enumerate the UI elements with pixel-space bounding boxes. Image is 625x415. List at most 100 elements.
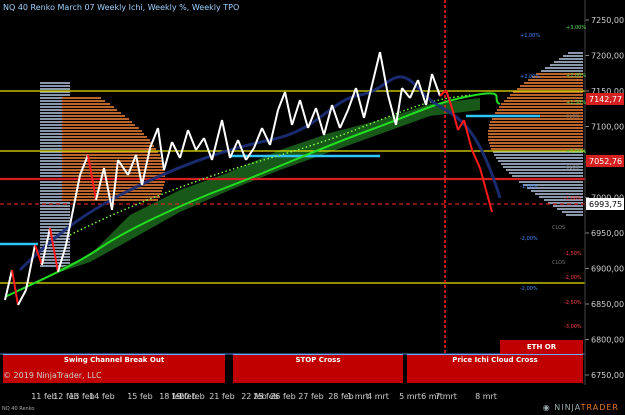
tpo-bar (498, 160, 583, 162)
tpo-bar (40, 169, 62, 171)
banner-label: Price Ichi Cloud Cross (452, 356, 538, 364)
tpo-bar (40, 190, 62, 192)
level-tag: CLOS (566, 114, 579, 120)
price-marker-label: 6993,75 (589, 200, 622, 209)
tpo-bar (566, 214, 583, 216)
tpo-bar (40, 220, 70, 222)
tpo-bar (519, 181, 583, 183)
tpo-bar (490, 121, 583, 123)
tpo-bar (40, 217, 70, 219)
tpo-bar (40, 199, 62, 201)
tpo-bar (488, 139, 583, 141)
price-tick-label: 6750,00 (591, 371, 624, 380)
tpo-bar (40, 97, 62, 99)
tpo-bar (489, 124, 583, 126)
tpo-bar (488, 136, 583, 138)
time-tick-label: 5 mrt (399, 392, 421, 401)
time-tick-label: 14 feb (89, 392, 115, 401)
tpo-bar (40, 85, 70, 87)
tpo-bar (40, 214, 70, 216)
tpo-bar (40, 133, 62, 135)
instrument-tag: NQ 40 Renko (2, 406, 35, 412)
price-tick-label: 6900,00 (591, 265, 624, 274)
logo-ninja: NINJA (554, 403, 581, 412)
tpo-bar (40, 163, 62, 165)
time-tick-label: 15 feb (127, 392, 153, 401)
tpo-bar (489, 142, 583, 144)
banner-stop-cross: STOP Cross (233, 354, 403, 383)
tpo-bar (535, 193, 583, 195)
tpo-bar (40, 208, 70, 210)
tpo-bar (40, 121, 62, 123)
price-tick-label: 7200,00 (591, 52, 624, 61)
tpo-bar (40, 157, 62, 159)
chart-title: NQ 40 Renko March 07 Weekly Ichi, Weekly… (3, 3, 240, 12)
tpo-bar (40, 103, 62, 105)
tpo-bar (541, 70, 583, 72)
tpo-bar (496, 157, 583, 159)
eth-or-label: ETH OR (500, 340, 583, 354)
tpo-bar (520, 85, 583, 87)
tpo-bar (557, 208, 583, 210)
tpo-bar (40, 154, 62, 156)
tpo-bar (40, 127, 62, 129)
tpo-bar (40, 112, 62, 114)
level-tag: CLOS (552, 225, 565, 231)
tpo-bar (553, 205, 583, 207)
pct-label-green: +3,00% (566, 25, 586, 31)
tpo-bar (40, 184, 62, 186)
level-tag: CLOS (552, 260, 565, 266)
pct-label-blue: +1,00% (520, 33, 540, 39)
tpo-bar (40, 205, 70, 207)
copyright: © 2019 NinjaTrader, LLC (3, 371, 102, 380)
price-marker-label: 7052,76 (589, 157, 622, 166)
tpo-bar (40, 136, 62, 138)
tpo-bar (40, 82, 70, 84)
tpo-bar (563, 55, 583, 57)
tpo-bar (562, 211, 583, 213)
pct-label-blue: -1,00% (520, 184, 538, 190)
tpo-bar (40, 118, 62, 120)
tpo-bar (40, 181, 62, 183)
time-tick-label: 8 mrt (475, 392, 497, 401)
tpo-bar (40, 175, 62, 177)
tpo-bar (40, 172, 62, 174)
pct-label-green: +2,00% (566, 73, 586, 79)
tpo-bar (489, 127, 583, 129)
tpo-bar (40, 106, 62, 108)
tpo-bar (40, 88, 70, 90)
tpo-bar (40, 130, 62, 132)
time-tick-label: 21 feb (209, 392, 235, 401)
tpo-bar (512, 175, 583, 177)
pct-label-red: -2,50% (564, 300, 582, 306)
tpo-bar (40, 193, 62, 195)
tpo-bar (40, 232, 70, 234)
price-tick-label: 6950,00 (591, 229, 624, 238)
pct-label-red: -3,00% (564, 324, 582, 330)
tpo-bar (40, 211, 70, 213)
tpo-bar (40, 109, 62, 111)
tpo-bar (499, 106, 583, 108)
tpo-bar (40, 196, 62, 198)
tpo-bar (568, 52, 583, 54)
price-tick-label: 7100,00 (591, 123, 624, 132)
tpo-bar (40, 94, 70, 96)
logo-icon: ◉ (542, 403, 551, 412)
price-tick-label: 6850,00 (591, 300, 624, 309)
price-marker-label: 7142,77 (589, 95, 622, 104)
tpo-bar (40, 148, 62, 150)
time-tick-label: 20 feb (179, 392, 205, 401)
tpo-bar (40, 166, 62, 168)
pct-label-red: -1,00% (564, 196, 582, 202)
time-tick-label: 7 mrt (435, 392, 457, 401)
banner-label: Swing Channel Break Out (63, 356, 165, 364)
tpo-bar (40, 145, 62, 147)
tpo-bar (554, 61, 583, 63)
tpo-bar (497, 109, 583, 111)
tpo-bar (40, 124, 62, 126)
price-tick-label: 7250,00 (591, 16, 624, 25)
pct-label-blue: -2,00% (520, 236, 538, 242)
tpo-bar (40, 139, 62, 141)
logo-trader: TRADER (580, 403, 619, 412)
time-tick-label: 4 mrt (367, 392, 389, 401)
